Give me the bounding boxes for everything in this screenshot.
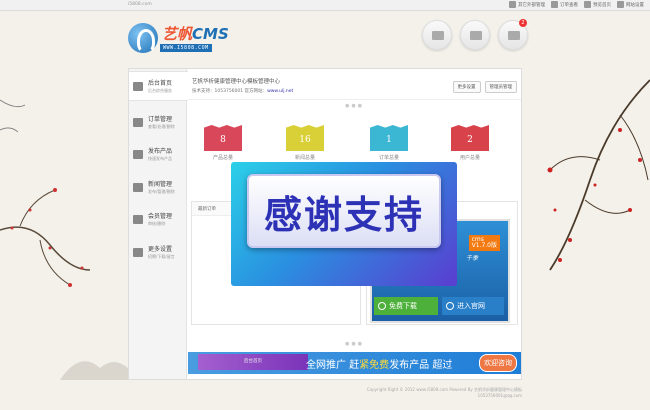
site-name: i5808.com (128, 2, 152, 7)
logo-name-en: CMS (192, 25, 229, 43)
pager-dots: ●●● (344, 103, 365, 109)
promo-script: 千季 (466, 255, 479, 262)
free-download-button[interactable]: 免费下载 (374, 297, 438, 315)
stat-users[interactable]: 2 用户总量 (451, 125, 489, 161)
banner-text-highlight: 紧免费 (359, 360, 390, 371)
sidebar-item-orders[interactable]: 订单管理 查看/处理/删除 (129, 107, 187, 137)
thanks-overlay: 感谢支持 (231, 162, 457, 286)
welcome-buttons: 更多设置 管理员管理 (452, 81, 517, 93)
stat-news-value: 16 (286, 125, 324, 151)
official-site-link[interactable]: www.ulj.net (267, 89, 293, 94)
thanks-card: 感谢支持 (247, 174, 441, 248)
mail-icon (551, 1, 558, 8)
sidebar-item-more[interactable]: 更多设置 招聘/下载/留言 (129, 237, 187, 267)
consult-button[interactable]: 欢迎咨询 (479, 354, 517, 372)
footer: Copyright Right © 2012 www.i5808.com Pow… (128, 387, 522, 399)
pager-dots-bottom: ●●● (344, 341, 365, 347)
stat-orders-value: 1 (370, 125, 408, 151)
stat-users-value: 2 (451, 125, 489, 151)
top-link-external[interactable]: 其它外部管理 (509, 1, 545, 8)
users-button[interactable] (422, 20, 452, 50)
messages-badge: 2 (519, 19, 527, 27)
top-link-preview[interactable]: 预览首页 (584, 1, 611, 8)
home-icon (133, 81, 143, 91)
welcome-support: 技术支持：1053756001 官方网站： (192, 89, 268, 94)
banner-text-a: 全网推广 赶 (306, 360, 360, 371)
visit-official-button[interactable]: 进入官网 (442, 297, 504, 315)
download-icon (378, 302, 386, 310)
header: 艺帆CMS WWW.I5808.COM 2 (128, 16, 528, 66)
divider (188, 99, 521, 100)
admin-manage-button[interactable]: 管理员管理 (484, 81, 517, 93)
top-bar: i5808.com 其它外部管理 订单查看 预览首页 网站设置 (0, 0, 650, 11)
top-link-settings[interactable]: 网站设置 (617, 1, 644, 8)
promo-banner[interactable]: 后台首页 全网推广 赶紧免费发布产品 超过 欢迎咨询 (188, 352, 521, 374)
logo[interactable]: 艺帆CMS WWW.I5808.COM (128, 21, 238, 61)
logo-mark-icon (128, 23, 158, 53)
edit-icon (133, 149, 143, 159)
welcome-title: 艺帆华析健康管理中心模板管理中心 (192, 79, 281, 85)
top-links: 其它外部管理 订单查看 预览首页 网站设置 (509, 1, 644, 8)
document-icon (509, 1, 516, 8)
messages-button[interactable]: 2 (498, 19, 528, 50)
stat-orders[interactable]: 1 订单总量 (370, 125, 408, 161)
top-link-orders[interactable]: 订单查看 (551, 1, 578, 8)
thanks-text: 感谢支持 (263, 191, 424, 237)
plum-branch-right-decoration (547, 79, 650, 271)
banner-text-b: 发布产品 超过 (389, 360, 453, 371)
stat-products-value: 8 (204, 125, 242, 151)
stat-orders-caption: 订单总量 (378, 155, 399, 161)
stat-news[interactable]: 16 新闻总量 (286, 125, 324, 161)
plum-branch-left-decoration (0, 99, 90, 287)
users-icon (432, 31, 444, 40)
more-settings-button[interactable]: 更多设置 (452, 81, 481, 93)
cloud-icon (584, 1, 591, 8)
sidebar-item-members[interactable]: 会员管理 审核/删除 (129, 204, 187, 234)
sidebar-item-home[interactable]: 后台首页 后台综合服务 (129, 71, 188, 101)
truck-icon (470, 31, 482, 40)
banner-left-tab[interactable]: 后台首页 (198, 354, 308, 370)
stat-products[interactable]: 8 产品总量 (204, 125, 242, 161)
sidebar-item-publish[interactable]: 发布产品 快速发布产品 (129, 139, 187, 169)
promo-version-badge: cms V1.7.0版 (468, 235, 500, 251)
news-icon (133, 182, 143, 192)
members-icon (133, 214, 143, 224)
footer-email: 1053756001@qq.com (477, 393, 522, 398)
header-icons: 2 (422, 19, 528, 50)
sidebar: 后台首页 后台综合服务 订单管理 查看/处理/删除 发布产品 快速发布产品 新闻管理发… (129, 69, 188, 379)
logo-url: WWW.I5808.COM (160, 44, 212, 52)
stat-news-caption: 新闻总量 (294, 155, 315, 161)
sidebar-item-news[interactable]: 新闻管理 发布/管理/删除 (129, 172, 187, 202)
orders-icon (133, 117, 143, 127)
gear-icon (617, 1, 624, 8)
shipping-button[interactable] (460, 20, 490, 50)
stat-users-caption: 用户总量 (459, 155, 480, 161)
chart-icon (133, 247, 143, 257)
enter-icon (446, 302, 454, 310)
welcome-text: 艺帆华析健康管理中心模板管理中心 技术支持：1053756001 官方网站：ww… (192, 77, 293, 94)
stat-products-caption: 产品总量 (212, 155, 233, 161)
logo-name-cn: 艺帆 (162, 25, 193, 43)
chat-icon (508, 31, 520, 40)
